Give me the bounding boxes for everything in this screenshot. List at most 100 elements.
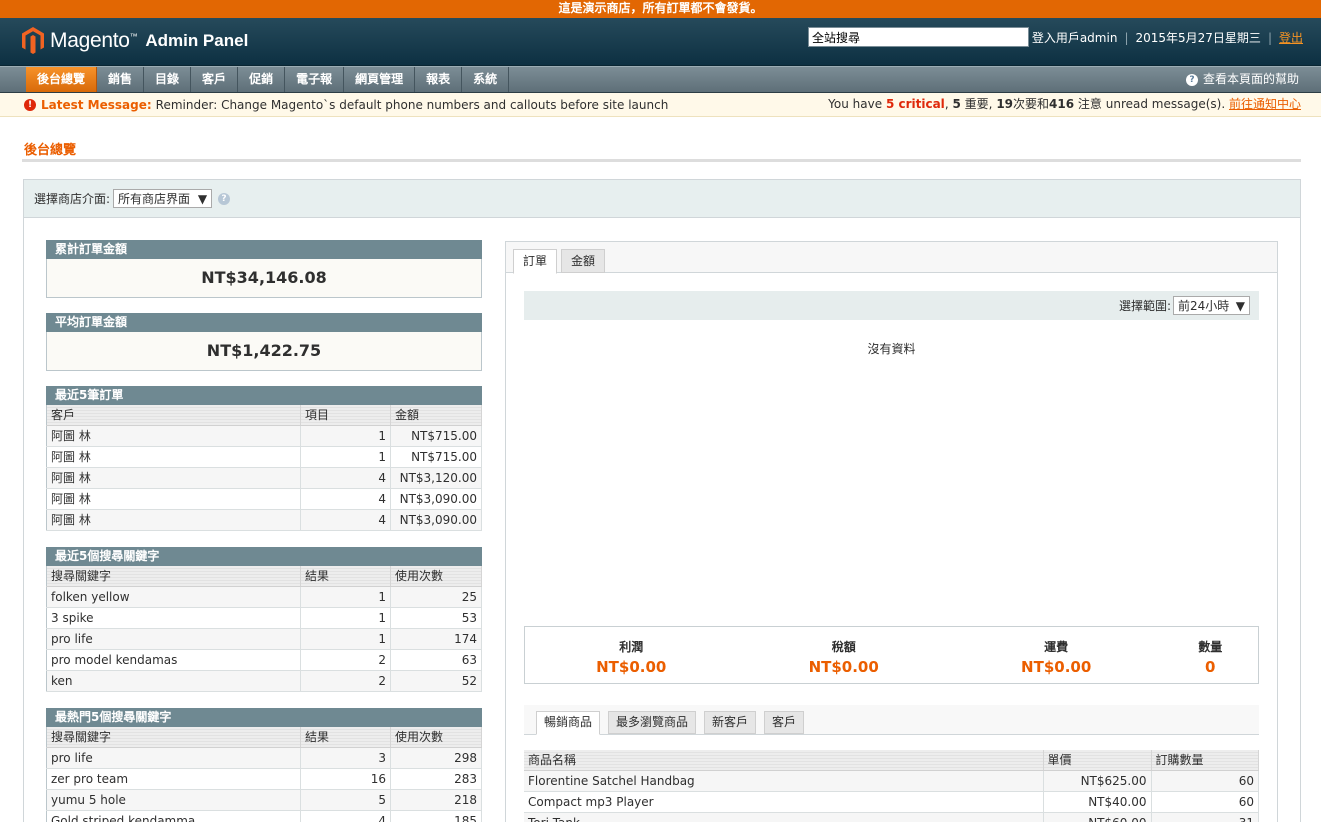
product-tabs: 暢銷商品 最多瀏覽商品 新客戶 客戶 <box>524 705 1259 735</box>
table-row[interactable]: Compact mp3 Player NT$40.00 60 <box>524 791 1259 813</box>
last-orders-table: 客戶 項目 金額 阿圖 林 1 NT$715.00 阿圖 林 1 NT$715.00 阿… <box>46 405 482 531</box>
demo-notice-bar: 這是演示商店，所有訂單都不會發貨。 <box>0 0 1321 18</box>
top-search-table: 搜尋關鍵字 結果 使用次數 pro life 3 298 zer pro team 1… <box>46 727 482 822</box>
help-icon: ? <box>1185 73 1198 86</box>
lifetime-sales-title: 累計訂單金額 <box>46 240 482 259</box>
column-header[interactable]: 項目 <box>300 405 391 426</box>
tab-amounts[interactable]: 金額 <box>561 249 606 273</box>
nav-sales[interactable]: 銷售 <box>97 67 145 92</box>
system-message-bar: ! Latest Message: Reminder: Change Magen… <box>0 93 1321 117</box>
alert-icon: ! <box>24 98 36 111</box>
main-nav: 後台總覽 銷售 目錄 客戶 促銷 電子報 網頁管理 報表 系統 ? 查看本頁面的… <box>0 66 1321 93</box>
current-date: 2015年5月27日星期三 <box>1135 31 1261 45</box>
magento-logo-icon <box>22 27 44 54</box>
nav-reports[interactable]: 報表 <box>415 67 463 92</box>
store-switcher-select[interactable]: 所有商店界面 ▼ <box>113 189 213 208</box>
header-user-info: 登入用戶admin | 2015年5月27日星期三 | 登出 <box>1032 29 1303 46</box>
lifetime-sales: 累計訂單金額 NT$34,146.08 <box>46 240 482 298</box>
table-row[interactable]: pro life 1 174 <box>46 628 482 650</box>
minor-count: 19 <box>996 97 1014 111</box>
logo-subtitle: Admin Panel <box>145 30 249 50</box>
nav-system[interactable]: 系統 <box>462 67 510 92</box>
range-bar: 選擇範圍: 前24小時 ▼ <box>524 291 1259 320</box>
store-switcher: 選擇商店介面: 所有商店界面 ▼ ? <box>24 180 1300 218</box>
average-order-value: NT$1,422.75 <box>46 332 482 371</box>
column-header[interactable]: 使用次數 <box>390 727 482 748</box>
table-row[interactable]: yumu 5 hole 5 218 <box>46 789 482 811</box>
nav-catalog[interactable]: 目錄 <box>144 67 192 92</box>
total-revenue: 利潤 NT$0.00 <box>596 640 667 676</box>
critical-count: 5 critical <box>885 97 945 111</box>
major-count: 5 <box>952 97 961 111</box>
table-row[interactable]: 阿圖 林 4 NT$3,090.00 <box>46 488 482 510</box>
help-link[interactable]: ? 查看本頁面的幫助 <box>1185 67 1299 92</box>
help-link-label: 查看本頁面的幫助 <box>1202 72 1299 86</box>
nav-promotions[interactable]: 促銷 <box>238 67 286 92</box>
divider: | <box>1124 30 1129 45</box>
global-search-input[interactable] <box>808 27 1029 47</box>
latest-message-text: Reminder: Change Magento`s default phone… <box>155 97 669 112</box>
last-search-title: 最近5個搜尋關鍵字 <box>46 547 482 566</box>
notification-center-link[interactable]: 前往通知中心 <box>1229 97 1301 111</box>
dropdown-arrow-icon: ▼ <box>197 191 208 206</box>
table-row[interactable]: zer pro team 16 283 <box>46 768 482 790</box>
tab-new-customers[interactable]: 新客戶 <box>704 711 757 734</box>
column-header[interactable]: 搜尋關鍵字 <box>46 727 301 748</box>
nav-customers[interactable]: 客戶 <box>191 67 239 92</box>
table-row[interactable]: 阿圖 林 1 NT$715.00 <box>46 425 482 447</box>
tab-orders[interactable]: 訂單 <box>513 249 558 274</box>
tab-customers[interactable]: 客戶 <box>764 711 805 734</box>
column-header[interactable]: 搜尋關鍵字 <box>46 566 301 587</box>
table-row[interactable]: pro model kendamas 2 63 <box>46 649 482 671</box>
total-quantity: 數量 0 <box>1198 640 1223 676</box>
table-row[interactable]: Tori TankNT$60.0031 <box>524 812 1259 822</box>
range-select[interactable]: 前24小時 ▼ <box>1173 296 1250 315</box>
question-icon[interactable]: ? <box>218 192 231 205</box>
table-row[interactable]: Florentine Satchel Handbag NT$625.00 60 <box>524 770 1259 792</box>
no-data-message: 沒有資料 <box>867 342 916 356</box>
bestsellers-grid: 商品名稱 單價 訂購數量 Florentine Satchel Handbag N… <box>524 750 1259 822</box>
header: Magento™ Admin Panel 登入用戶admin | 2015年5月… <box>0 18 1321 66</box>
top-search-title: 最熱門5個搜尋關鍵字 <box>46 708 482 727</box>
totals-bar: 利潤 NT$0.00 稅額 NT$0.00 運費 NT$0.00 數量 0 <box>524 626 1259 684</box>
table-row[interactable]: pro life 3 298 <box>46 747 482 769</box>
nav-dashboard[interactable]: 後台總覽 <box>26 67 98 92</box>
logo[interactable]: Magento™ Admin Panel <box>22 27 248 54</box>
column-header[interactable]: 結果 <box>300 727 391 748</box>
tab-bestsellers[interactable]: 暢銷商品 <box>536 711 601 735</box>
latest-message-label: Latest Message: <box>41 97 152 112</box>
table-row[interactable]: Gold striped kendamma 4 185 <box>46 810 482 822</box>
total-shipping: 運費 NT$0.00 <box>1021 640 1092 676</box>
column-header[interactable]: 訂購數量 <box>1151 750 1259 771</box>
table-row[interactable]: 3 spike 1 53 <box>46 607 482 629</box>
top-search-terms: 最熱門5個搜尋關鍵字 搜尋關鍵字 結果 使用次數 pro life 3 298 ze… <box>46 708 482 822</box>
chart-tabs: 訂單 金額 <box>506 242 1277 274</box>
divider: | <box>1267 30 1272 45</box>
table-row[interactable]: 阿圖 林 4 NT$3,120.00 <box>46 467 482 489</box>
message-summary: You have 5 critical, 5 重要, 19次要和416 注意 u… <box>828 97 1301 111</box>
range-label: 選擇範圍: <box>1118 299 1171 313</box>
store-switcher-label: 選擇商店介面: <box>34 192 111 206</box>
last-orders: 最近5筆訂單 客戶 項目 金額 阿圖 林 1 NT$715.00 阿圖 林 1 NT$7… <box>46 386 482 531</box>
column-header[interactable]: 商品名稱 <box>524 750 1044 771</box>
table-row[interactable]: 阿圖 林 4 NT$3,090.00 <box>46 509 482 531</box>
bestsellers-table: 商品名稱 單價 訂購數量 Florentine Satchel Handbag N… <box>524 750 1259 822</box>
column-header[interactable]: 結果 <box>300 566 391 587</box>
column-header[interactable]: 金額 <box>390 405 482 426</box>
table-row[interactable]: folken yellow 1 25 <box>46 586 482 608</box>
logout-link[interactable]: 登出 <box>1279 29 1303 46</box>
logged-in-user: 登入用戶admin <box>1031 31 1118 45</box>
lifetime-sales-value: NT$34,146.08 <box>46 259 482 298</box>
last-search-table: 搜尋關鍵字 結果 使用次數 folken yellow 1 25 3 spike 1 5… <box>46 566 482 692</box>
column-header[interactable]: 客戶 <box>46 405 301 426</box>
column-header[interactable]: 使用次數 <box>390 566 482 587</box>
table-row[interactable]: 阿圖 林 1 NT$715.00 <box>46 446 482 468</box>
tab-most-viewed[interactable]: 最多瀏覽商品 <box>608 711 697 734</box>
average-order: 平均訂單金額 NT$1,422.75 <box>46 313 482 371</box>
column-header[interactable]: 單價 <box>1043 750 1152 771</box>
nav-cms[interactable]: 網頁管理 <box>344 67 416 92</box>
table-row[interactable]: ken 2 52 <box>46 670 482 692</box>
nav-newsletter[interactable]: 電子報 <box>285 67 345 92</box>
chart-panel: 訂單 金額 選擇範圍: 前24小時 ▼ 沒有資料 利潤 NT$0.00 稅額 NT… <box>505 241 1278 822</box>
page-title: 後台總覽 <box>24 143 77 158</box>
